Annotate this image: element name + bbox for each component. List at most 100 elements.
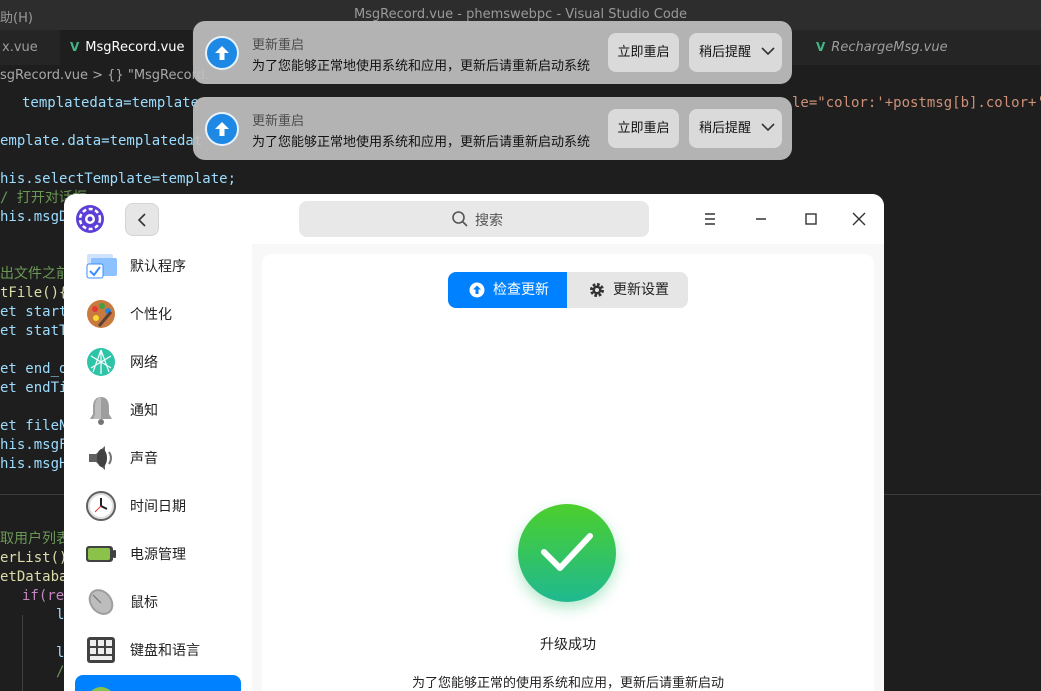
vue-icon: V bbox=[70, 40, 80, 54]
code-comment: 取用户列表 bbox=[0, 531, 70, 547]
editor-window-title: MsgRecord.vue - phemswebpc - Visual Stud… bbox=[353, 7, 688, 22]
restart-now-button[interactable]: 立即重启 bbox=[608, 33, 679, 72]
update-tabs: 检查更新 更新设置 bbox=[448, 272, 688, 308]
default-apps-icon bbox=[85, 250, 117, 282]
update-status-description: 为了您能够正常的使用系统和应用，更新后请重新启动 bbox=[411, 676, 724, 691]
chevron-down-icon[interactable] bbox=[760, 109, 776, 164]
sidebar-item-label: 时间日期 bbox=[130, 499, 186, 515]
tab-check-update[interactable]: 检查更新 bbox=[448, 272, 567, 308]
update-notification[interactable]: 更新重启 为了您能够正常地使用系统和应用，更新后请重新启动系统 立即重启 稍后提… bbox=[193, 21, 792, 84]
keyboard-icon bbox=[85, 634, 117, 666]
sidebar: 默认程序 个性化 网络 通知 声音 时间日期 电源管理 鼠标 键盘和语言 bbox=[64, 244, 252, 691]
code-line: his.msgD bbox=[0, 209, 68, 225]
update-notification[interactable]: 更新重启 为了您能够正常地使用系统和应用，更新后请重新启动系统 立即重启 稍后提… bbox=[193, 97, 792, 160]
update-status-title: 升级成功 bbox=[540, 637, 596, 653]
sidebar-item-label: 鼠标 bbox=[130, 595, 158, 611]
code-line: his.msgH bbox=[0, 456, 68, 472]
tab-label: 检查更新 bbox=[493, 282, 549, 298]
code-line: templatedata=template bbox=[22, 95, 200, 111]
code-line: et endTi bbox=[0, 380, 68, 396]
notification-message: 为了您能够正常地使用系统和应用，更新后请重新启动系统 bbox=[252, 59, 591, 74]
remind-later-button[interactable]: 稍后提醒 bbox=[689, 109, 782, 148]
search-input[interactable]: 搜索 bbox=[299, 201, 649, 237]
upload-circle-icon bbox=[469, 282, 485, 298]
mouse-icon bbox=[85, 586, 117, 618]
sidebar-item-update-active[interactable] bbox=[75, 675, 241, 691]
update-panel: 检查更新 更新设置 升级成功 为了您能够正常的使用系统和应用，更新后请重新启动 bbox=[262, 254, 874, 691]
network-icon bbox=[85, 346, 117, 378]
code-line: etDataba bbox=[0, 569, 68, 585]
restart-now-button[interactable]: 立即重启 bbox=[608, 109, 679, 148]
hamburger-icon bbox=[705, 213, 715, 225]
upload-arrow-icon bbox=[205, 112, 239, 146]
sidebar-item-keyboard[interactable]: 键盘和语言 bbox=[75, 628, 241, 672]
tab-label: 更新设置 bbox=[613, 282, 669, 298]
notification-title: 更新重启 bbox=[252, 38, 305, 53]
code-line: le="color:'+postmsg[b].color+' bbox=[792, 95, 1041, 111]
search-placeholder: 搜索 bbox=[475, 213, 503, 229]
window-titlebar: 搜索 bbox=[64, 194, 884, 244]
code-line: his.selectTemplate=template; bbox=[0, 171, 237, 187]
personalization-icon bbox=[85, 298, 117, 330]
indent-guide bbox=[22, 615, 23, 691]
code-line: if(re bbox=[22, 588, 65, 604]
code-line: erList() bbox=[0, 550, 68, 566]
sidebar-item-default-apps[interactable]: 默认程序 bbox=[75, 244, 241, 288]
code-line: his.msgF bbox=[0, 437, 68, 453]
update-icon bbox=[85, 681, 117, 691]
sidebar-item-notifications[interactable]: 通知 bbox=[75, 388, 241, 432]
editor-tab-label: MsgRecord.vue bbox=[85, 40, 185, 55]
sidebar-item-power[interactable]: 电源管理 bbox=[75, 532, 241, 576]
vue-icon: V bbox=[816, 40, 826, 54]
success-check-icon bbox=[518, 504, 616, 602]
gear-icon bbox=[590, 283, 604, 297]
sidebar-item-label: 声音 bbox=[130, 451, 158, 467]
code-line: et start bbox=[0, 304, 68, 320]
sidebar-item-mouse[interactable]: 鼠标 bbox=[75, 580, 241, 624]
sidebar-item-personalization[interactable]: 个性化 bbox=[75, 292, 241, 336]
code-comment: 出文件之前 bbox=[0, 266, 70, 282]
upload-arrow-icon bbox=[205, 36, 239, 70]
editor-tab-active[interactable]: V MsgRecord.vue bbox=[60, 30, 192, 65]
control-center-window: 搜索 默认程序 个性化 网络 通知 声音 时间日期 电源管理 鼠标 键盘和语言 … bbox=[64, 194, 884, 691]
menu-button[interactable] bbox=[698, 207, 722, 231]
speaker-icon bbox=[85, 442, 117, 474]
chevron-down-icon[interactable] bbox=[760, 33, 776, 88]
search-icon bbox=[452, 211, 468, 227]
sidebar-item-label: 网络 bbox=[130, 355, 158, 371]
close-button[interactable] bbox=[847, 207, 871, 231]
maximize-icon bbox=[805, 213, 817, 225]
sidebar-item-label: 电源管理 bbox=[130, 547, 186, 563]
sidebar-item-sound[interactable]: 声音 bbox=[75, 436, 241, 480]
editor-tab[interactable]: V RechargeMsg.vue bbox=[806, 30, 976, 65]
sidebar-item-label: 个性化 bbox=[130, 307, 172, 323]
code-line: emplate.data=templatedat bbox=[0, 133, 203, 149]
remind-later-label: 稍后提醒 bbox=[699, 121, 752, 136]
sidebar-item-date-time[interactable]: 时间日期 bbox=[75, 484, 241, 528]
sidebar-item-label: 通知 bbox=[130, 403, 158, 419]
clock-icon bbox=[85, 490, 117, 522]
remind-later-button[interactable]: 稍后提醒 bbox=[689, 33, 782, 72]
close-icon bbox=[852, 212, 866, 226]
editor-tab-label: x.vue bbox=[2, 40, 38, 55]
bell-icon bbox=[85, 394, 117, 426]
remind-later-label: 稍后提醒 bbox=[699, 45, 752, 60]
code-line: tFile(){ bbox=[0, 285, 68, 301]
code-line: et statT bbox=[0, 323, 68, 339]
sidebar-item-label: 键盘和语言 bbox=[130, 643, 200, 659]
back-button[interactable] bbox=[125, 203, 159, 236]
maximize-button[interactable] bbox=[799, 207, 823, 231]
editor-tab-label: RechargeMsg.vue bbox=[831, 40, 948, 55]
code-line: et fileN bbox=[0, 418, 68, 434]
control-center-logo-icon bbox=[75, 204, 105, 234]
minimize-button[interactable] bbox=[749, 207, 773, 231]
editor-tab[interactable]: x.vue bbox=[0, 30, 48, 65]
sidebar-item-network[interactable]: 网络 bbox=[75, 340, 241, 384]
battery-icon bbox=[85, 538, 117, 570]
tab-update-settings[interactable]: 更新设置 bbox=[568, 272, 688, 308]
code-line: et end_d bbox=[0, 361, 68, 377]
sidebar-item-label: 默认程序 bbox=[130, 259, 186, 275]
notification-title: 更新重启 bbox=[252, 114, 305, 129]
notification-message: 为了您能够正常地使用系统和应用，更新后请重新启动系统 bbox=[252, 135, 591, 150]
minimize-icon bbox=[756, 218, 766, 220]
